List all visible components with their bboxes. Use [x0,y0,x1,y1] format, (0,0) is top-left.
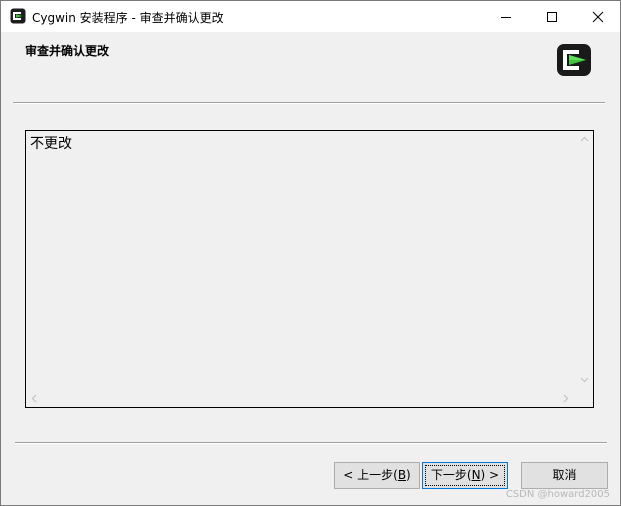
scroll-down-icon[interactable] [580,377,589,383]
vertical-scrollbar[interactable] [576,131,593,390]
close-button[interactable] [575,1,620,32]
scroll-right-icon[interactable] [563,394,569,403]
page-header: 审查并确认更改 [1,32,620,103]
back-button[interactable]: < 上一步(B) [334,462,420,489]
page-title: 审查并确认更改 [25,44,110,58]
next-button[interactable]: 下一步(N) > [422,462,508,489]
cygwin-logo-icon [557,44,591,76]
changes-text: 不更改 [30,136,72,152]
scroll-corner [576,390,593,407]
installer-window: Cygwin 安装程序 - 审查并确认更改 审查并确认更改 不更改 < 上一步(… [0,0,621,506]
minimize-button[interactable] [483,1,529,32]
maximize-button[interactable] [529,1,575,32]
close-icon [592,11,604,23]
changes-textbox[interactable]: 不更改 [25,130,594,408]
focus-ring [425,465,505,486]
scroll-left-icon[interactable] [31,394,37,403]
footer-separator [15,442,607,444]
cancel-button[interactable]: 取消 [521,462,608,489]
horizontal-scrollbar[interactable] [26,390,576,407]
window-title: Cygwin 安装程序 - 审查并确认更改 [32,11,224,25]
watermark: CSDN @howard2005 [505,489,610,500]
minimize-icon [501,17,511,18]
header-separator [13,102,605,104]
scroll-up-icon[interactable] [580,136,589,142]
title-bar[interactable]: Cygwin 安装程序 - 审查并确认更改 [1,1,620,32]
back-button-label: < 上一步(B) [343,468,411,482]
maximize-icon [547,12,557,22]
cygwin-logo-icon [10,8,26,24]
